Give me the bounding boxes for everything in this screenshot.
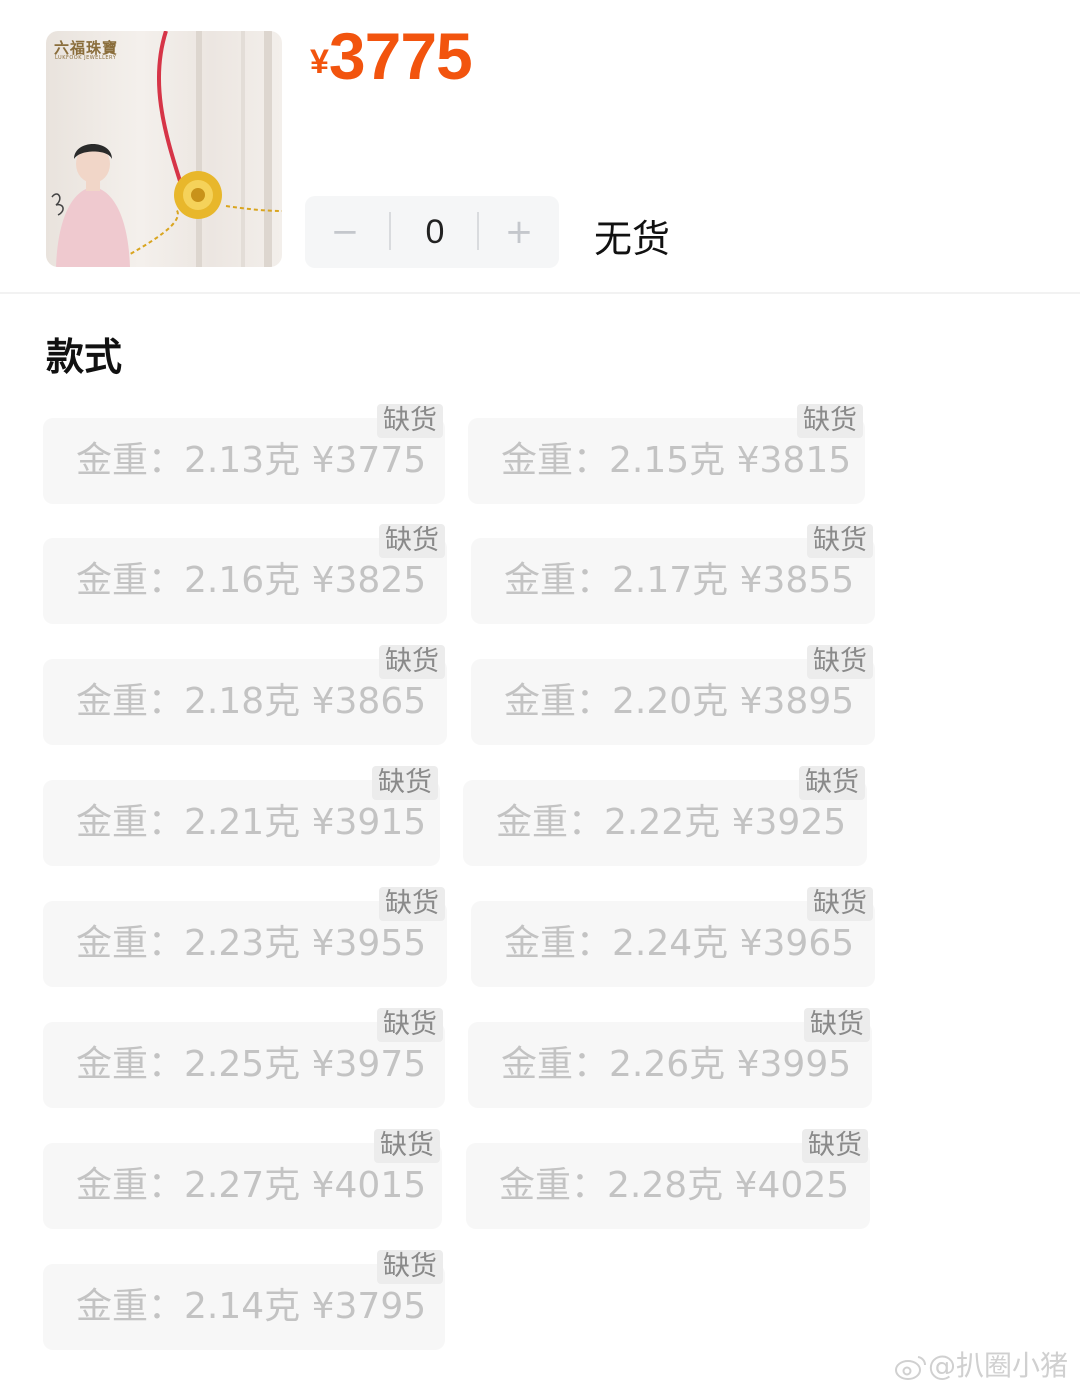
option-chip[interactable]: 金重：2.24克 ¥3965 缺货: [471, 887, 875, 987]
option-label: 金重：2.26克 ¥3995: [501, 1044, 852, 1085]
out-of-stock-badge: 缺货: [379, 524, 445, 558]
out-of-stock-badge: 缺货: [802, 1129, 868, 1163]
option-chip[interactable]: 金重：2.16克 ¥3825 缺货: [43, 524, 447, 624]
option-label: 金重：2.13克 ¥3775: [76, 440, 427, 481]
out-of-stock-badge: 缺货: [807, 887, 873, 921]
option-chip[interactable]: 金重：2.25克 ¥3975 缺货: [43, 1008, 445, 1108]
option-chip[interactable]: 金重：2.15克 ¥3815 缺货: [468, 404, 865, 504]
option-chip[interactable]: 金重：2.27克 ¥4015 缺货: [43, 1129, 442, 1229]
option-chip[interactable]: 金重：2.18克 ¥3865 缺货: [43, 645, 447, 745]
stock-status: 无货: [594, 217, 671, 261]
option-chip[interactable]: 金重：2.26克 ¥3995 缺货: [468, 1008, 872, 1108]
option-chip[interactable]: 金重：2.22克 ¥3925 缺货: [463, 766, 867, 866]
out-of-stock-badge: 缺货: [377, 404, 443, 438]
decrement-button[interactable]: −: [305, 196, 385, 268]
out-of-stock-badge: 缺货: [379, 645, 445, 679]
brand-logo-en: LUKFOOK JEWELLERY: [55, 55, 117, 61]
out-of-stock-badge: 缺货: [377, 1008, 443, 1042]
option-chip[interactable]: 金重：2.21克 ¥3915 缺货: [43, 766, 440, 866]
option-chip[interactable]: 金重：2.28克 ¥4025 缺货: [466, 1129, 870, 1229]
out-of-stock-badge: 缺货: [804, 1008, 870, 1042]
option-chip[interactable]: 金重：2.23克 ¥3955 缺货: [43, 887, 447, 987]
out-of-stock-badge: 缺货: [807, 524, 873, 558]
option-chip[interactable]: 金重：2.17克 ¥3855 缺货: [471, 524, 875, 624]
option-label: 金重：2.22克 ¥3925: [496, 802, 847, 843]
increment-button[interactable]: +: [479, 196, 559, 268]
section-title: 款式: [46, 335, 123, 379]
quantity-stepper: − 0 +: [305, 196, 559, 268]
out-of-stock-badge: 缺货: [807, 645, 873, 679]
product-price: ¥3775: [310, 18, 473, 94]
out-of-stock-badge: 缺货: [372, 766, 438, 800]
out-of-stock-badge: 缺货: [374, 1129, 440, 1163]
option-label: 金重：2.14克 ¥3795: [76, 1286, 427, 1327]
product-thumbnail[interactable]: 六福珠寶 LUKFOOK JEWELLERY: [46, 31, 282, 267]
product-image: [51, 31, 282, 267]
out-of-stock-badge: 缺货: [379, 887, 445, 921]
currency-symbol: ¥: [310, 43, 329, 81]
out-of-stock-badge: 缺货: [797, 404, 863, 438]
option-label: 金重：2.28克 ¥4025: [499, 1165, 850, 1206]
watermark-text: @扒圈小猪: [927, 1349, 1068, 1382]
option-label: 金重：2.20克 ¥3895: [504, 681, 855, 722]
option-chip[interactable]: 金重：2.20克 ¥3895 缺货: [471, 645, 875, 745]
option-chip[interactable]: 金重：2.14克 ¥3795 缺货: [43, 1250, 445, 1350]
stepper-divider: [389, 212, 391, 250]
watermark: @扒圈小猪: [894, 1344, 1068, 1384]
price-value: 3775: [328, 19, 473, 93]
option-label: 金重：2.17克 ¥3855: [504, 560, 855, 601]
option-label: 金重：2.25克 ¥3975: [76, 1044, 427, 1085]
weibo-icon: [894, 1356, 926, 1380]
option-label: 金重：2.23克 ¥3955: [76, 923, 427, 964]
out-of-stock-badge: 缺货: [799, 766, 865, 800]
quantity-input[interactable]: 0: [393, 196, 477, 268]
section-divider: [0, 292, 1080, 294]
option-chip[interactable]: 金重：2.13克 ¥3775 缺货: [43, 404, 445, 504]
option-label: 金重：2.16克 ¥3825: [76, 560, 427, 601]
option-label: 金重：2.18克 ¥3865: [76, 681, 427, 722]
out-of-stock-badge: 缺货: [377, 1250, 443, 1284]
option-label: 金重：2.24克 ¥3965: [504, 923, 855, 964]
